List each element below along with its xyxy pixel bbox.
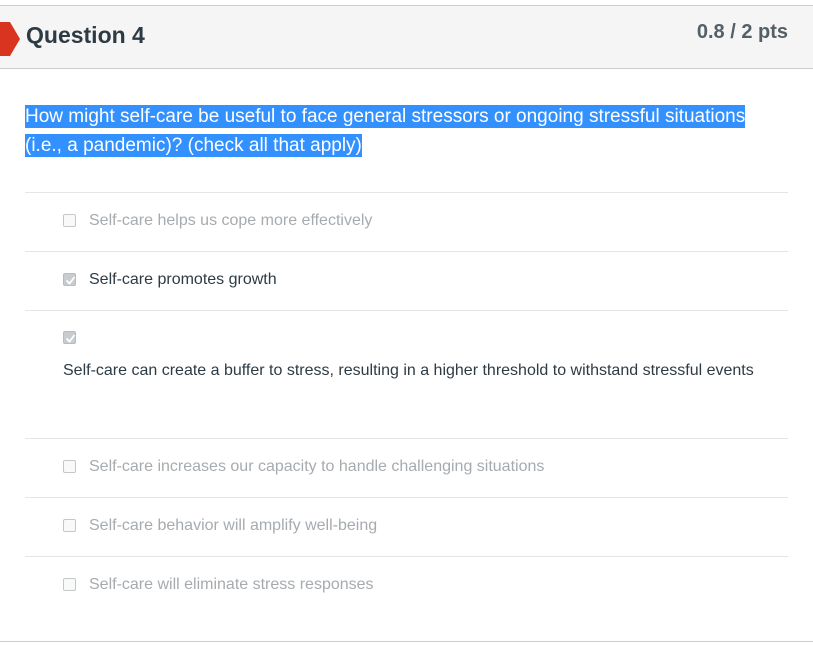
question-text-selection: How might self-care be useful to face ge… bbox=[25, 105, 746, 157]
answer-checkbox-checked[interactable] bbox=[63, 273, 76, 286]
bottom-divider bbox=[0, 641, 813, 642]
answer-checkbox[interactable] bbox=[63, 519, 76, 532]
answer-checkbox[interactable] bbox=[63, 460, 76, 473]
answer-checkbox[interactable] bbox=[63, 214, 76, 227]
question-header: Question 4 0.8 / 2 pts bbox=[0, 6, 813, 69]
question-points: 0.8 / 2 pts bbox=[696, 21, 788, 43]
answer-label: Self-care helps us cope more effectively bbox=[89, 212, 373, 229]
question-flag-icon[interactable] bbox=[0, 22, 20, 56]
answer-label: Self-care promotes growth bbox=[89, 271, 277, 288]
answer-label: Self-care behavior will amplify well-bei… bbox=[89, 517, 378, 534]
answer-checkbox-checked[interactable] bbox=[63, 331, 76, 344]
answer-option[interactable]: Self-care increases our capacity to hand… bbox=[25, 438, 788, 497]
question-text: How might self-care be useful to face ge… bbox=[25, 102, 785, 160]
checkmark-icon bbox=[65, 276, 76, 285]
answer-option[interactable]: Self-care helps us cope more effectively bbox=[25, 192, 788, 251]
answer-option[interactable]: Self-care promotes growth bbox=[25, 251, 788, 310]
answer-option[interactable]: Self-care behavior will amplify well-bei… bbox=[25, 497, 788, 556]
answer-option[interactable]: Self-care will eliminate stress response… bbox=[25, 556, 788, 615]
answer-label: Self-care increases our capacity to hand… bbox=[89, 458, 545, 475]
question-title: Question 4 bbox=[26, 22, 145, 48]
answer-checkbox[interactable] bbox=[63, 578, 76, 591]
answer-label: Self-care will eliminate stress response… bbox=[89, 576, 374, 593]
answer-list: Self-care helps us cope more effectively… bbox=[25, 192, 788, 615]
checkmark-icon bbox=[65, 334, 76, 343]
answer-option[interactable]: Self-care can create a buffer to stress,… bbox=[25, 310, 788, 438]
answer-label: Self-care can create a buffer to stress,… bbox=[63, 362, 754, 379]
